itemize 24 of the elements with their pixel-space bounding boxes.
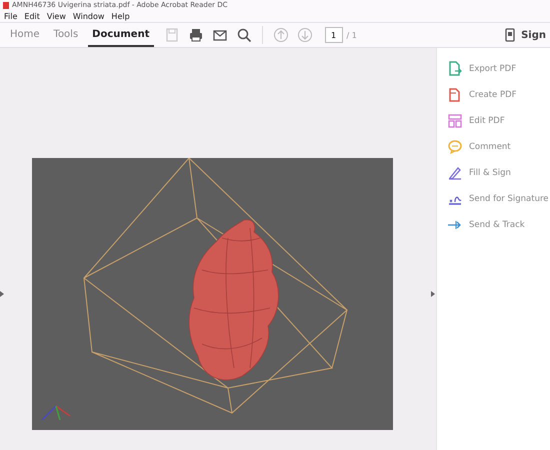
tool-item[interactable]: Create PDF xyxy=(437,82,550,108)
menu-item[interactable]: Help xyxy=(111,12,130,20)
search-icon[interactable] xyxy=(236,27,252,43)
page-total: / 1 xyxy=(346,30,357,40)
menu-item[interactable]: File xyxy=(4,12,18,20)
sign-button[interactable]: Sign xyxy=(505,28,546,42)
menu-item[interactable]: Edit xyxy=(24,12,40,20)
tool-item[interactable]: Send & Track xyxy=(437,212,550,238)
tab[interactable]: Home xyxy=(6,23,44,47)
page-number-field[interactable]: 1 xyxy=(324,27,342,43)
tool-item[interactable]: Send for Signature xyxy=(437,186,550,212)
axis-icon xyxy=(41,405,70,421)
print-icon[interactable] xyxy=(188,27,204,43)
tool-item[interactable]: Comment xyxy=(437,134,550,160)
tool-item[interactable]: Export PDF xyxy=(437,56,550,82)
tool-item[interactable]: Edit PDF xyxy=(437,108,550,134)
expand-arrow-icon[interactable] xyxy=(0,291,4,297)
pdf-file-icon xyxy=(3,2,9,8)
phone-icon xyxy=(505,28,516,42)
collapse-arrow-icon[interactable] xyxy=(431,291,435,297)
tab[interactable]: Tools xyxy=(50,23,82,47)
menu-item[interactable]: View xyxy=(46,12,66,20)
menu-item[interactable]: Window xyxy=(72,12,104,20)
tool-item[interactable]: Fill & Sign xyxy=(437,160,550,186)
